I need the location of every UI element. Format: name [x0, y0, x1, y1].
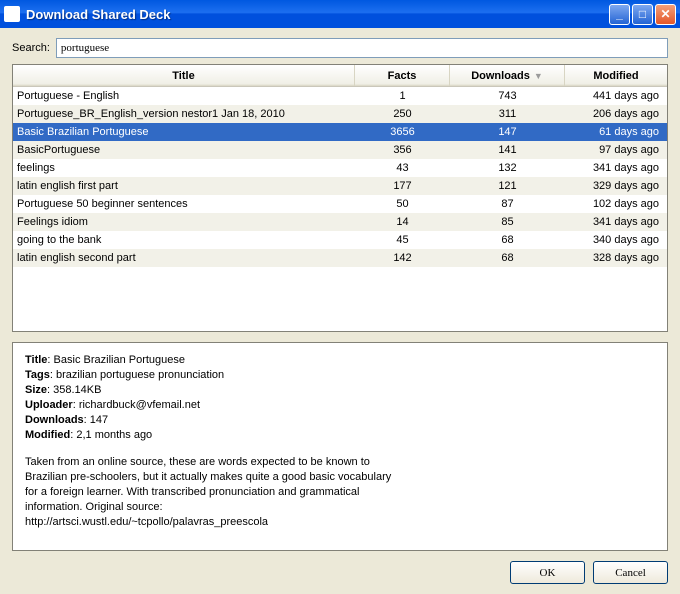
cell-modified: 329 days ago — [565, 180, 667, 192]
cell-downloads: 121 — [450, 180, 565, 192]
detail-size: 358.14KB — [53, 384, 101, 396]
app-icon — [4, 6, 20, 22]
cell-title: going to the bank — [13, 234, 355, 246]
cell-downloads: 132 — [450, 162, 565, 174]
cell-facts: 43 — [355, 162, 450, 174]
table-row[interactable]: feelings43132341 days ago — [13, 159, 667, 177]
cell-facts: 3656 — [355, 126, 450, 138]
cell-title: Feelings idiom — [13, 216, 355, 228]
cell-facts: 250 — [355, 108, 450, 120]
cell-modified: 441 days ago — [565, 90, 667, 102]
cell-modified: 206 days ago — [565, 108, 667, 120]
cell-title: Portuguese_BR_English_version nestor1 Ja… — [13, 108, 355, 120]
detail-tags: brazilian portuguese pronunciation — [56, 369, 224, 381]
ok-button[interactable]: OK — [510, 561, 585, 584]
cell-downloads: 87 — [450, 198, 565, 210]
column-header-downloads[interactable]: Downloads▼ — [450, 65, 565, 86]
detail-title: Basic Brazilian Portuguese — [54, 354, 185, 366]
table-row[interactable]: BasicPortuguese35614197 days ago — [13, 141, 667, 159]
column-header-title[interactable]: Title — [13, 65, 355, 86]
detail-downloads: 147 — [90, 414, 108, 426]
minimize-button[interactable]: _ — [609, 4, 630, 25]
cell-facts: 14 — [355, 216, 450, 228]
detail-label-downloads: Downloads — [25, 414, 84, 426]
table-row[interactable]: latin english first part177121329 days a… — [13, 177, 667, 195]
details-panel: Title: Basic Brazilian Portuguese Tags: … — [12, 342, 668, 551]
cancel-button[interactable]: Cancel — [593, 561, 668, 584]
table-row[interactable]: Portuguese - English1743441 days ago — [13, 87, 667, 105]
close-button[interactable]: ✕ — [655, 4, 676, 25]
table-header: Title Facts Downloads▼ Modified — [13, 65, 667, 87]
cell-downloads: 141 — [450, 144, 565, 156]
cell-modified: 328 days ago — [565, 252, 667, 264]
detail-label-tags: Tags — [25, 369, 50, 381]
cell-title: Basic Brazilian Portuguese — [13, 126, 355, 138]
cell-modified: 340 days ago — [565, 234, 667, 246]
detail-uploader: richardbuck@vfemail.net — [79, 399, 200, 411]
table-body: Portuguese - English1743441 days agoPort… — [13, 87, 667, 267]
table-row[interactable]: latin english second part14268328 days a… — [13, 249, 667, 267]
table-row[interactable]: Portuguese_BR_English_version nestor1 Ja… — [13, 105, 667, 123]
detail-label-size: Size — [25, 384, 47, 396]
cell-downloads: 85 — [450, 216, 565, 228]
detail-label-title: Title — [25, 354, 47, 366]
table-row[interactable]: going to the bank4568340 days ago — [13, 231, 667, 249]
cell-title: feelings — [13, 162, 355, 174]
detail-label-uploader: Uploader — [25, 399, 73, 411]
detail-label-modified: Modified — [25, 429, 70, 441]
column-header-facts[interactable]: Facts — [355, 65, 450, 86]
detail-description: Taken from an online source, these are w… — [25, 455, 405, 530]
detail-modified: 2,1 months ago — [76, 429, 152, 441]
window-title: Download Shared Deck — [26, 7, 609, 22]
cell-modified: 61 days ago — [565, 126, 667, 138]
cell-title: BasicPortuguese — [13, 144, 355, 156]
cell-downloads: 743 — [450, 90, 565, 102]
deck-table: Title Facts Downloads▼ Modified Portugue… — [12, 64, 668, 332]
cell-title: latin english second part — [13, 252, 355, 264]
cell-modified: 341 days ago — [565, 162, 667, 174]
search-label: Search: — [12, 42, 50, 54]
titlebar[interactable]: Download Shared Deck _ □ ✕ — [0, 0, 680, 28]
cell-title: Portuguese - English — [13, 90, 355, 102]
search-input[interactable] — [56, 38, 668, 58]
cell-facts: 45 — [355, 234, 450, 246]
cell-modified: 341 days ago — [565, 216, 667, 228]
table-row[interactable]: Feelings idiom1485341 days ago — [13, 213, 667, 231]
maximize-button[interactable]: □ — [632, 4, 653, 25]
cell-modified: 97 days ago — [565, 144, 667, 156]
table-row[interactable]: Portuguese 50 beginner sentences5087102 … — [13, 195, 667, 213]
cell-facts: 50 — [355, 198, 450, 210]
cell-modified: 102 days ago — [565, 198, 667, 210]
table-row[interactable]: Basic Brazilian Portuguese365614761 days… — [13, 123, 667, 141]
cell-facts: 177 — [355, 180, 450, 192]
cell-downloads: 311 — [450, 108, 565, 120]
close-icon: ✕ — [660, 8, 670, 20]
cell-title: Portuguese 50 beginner sentences — [13, 198, 355, 210]
cell-facts: 1 — [355, 90, 450, 102]
cell-downloads: 68 — [450, 234, 565, 246]
cell-title: latin english first part — [13, 180, 355, 192]
maximize-icon: □ — [639, 8, 646, 20]
cell-downloads: 147 — [450, 126, 565, 138]
cell-downloads: 68 — [450, 252, 565, 264]
cell-facts: 142 — [355, 252, 450, 264]
minimize-icon: _ — [616, 8, 623, 20]
column-header-modified[interactable]: Modified — [565, 65, 667, 86]
sort-indicator-icon: ▼ — [534, 71, 543, 81]
cell-facts: 356 — [355, 144, 450, 156]
